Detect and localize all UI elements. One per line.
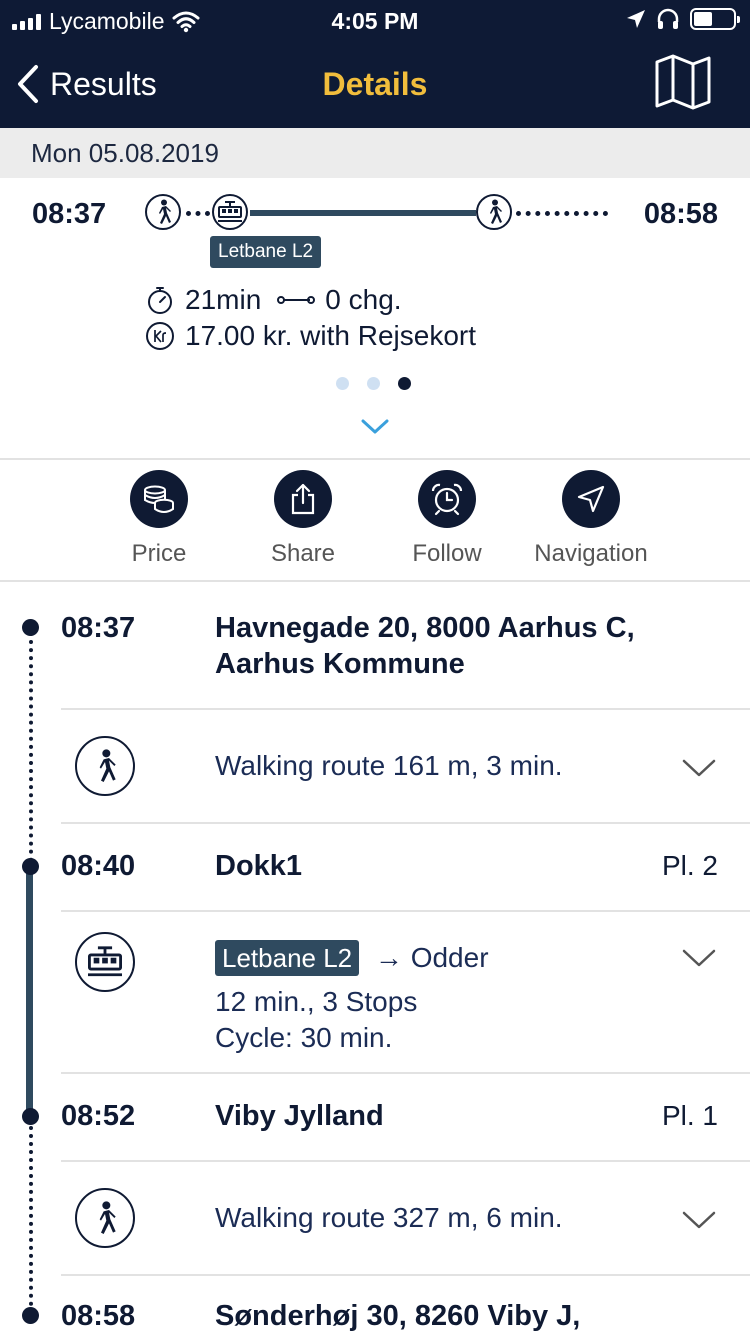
page-indicator[interactable] [336, 377, 411, 390]
divider [61, 1072, 750, 1074]
changes-text: 0 chg. [325, 284, 402, 315]
stop-dot [22, 1108, 39, 1125]
headphones-icon [657, 8, 679, 29]
tram-route-bar [250, 210, 476, 216]
chevron-down-icon[interactable] [682, 758, 716, 778]
navigation-bar: Results Details [0, 50, 750, 120]
price-label: Price [131, 540, 187, 567]
arrival-time: 08:58 [643, 198, 718, 230]
price-text: 17.00 kr. with Rejsekort [185, 320, 477, 351]
tram-timeline [26, 866, 33, 1116]
divider [61, 1274, 750, 1276]
stop-name[interactable]: Viby Jylland [215, 1098, 715, 1134]
follow-button[interactable]: Follow [372, 470, 522, 568]
action-bar: Price Share Follow Navigation [0, 462, 750, 582]
walk-icon [75, 736, 135, 796]
navigation-button[interactable]: Navigation [516, 470, 666, 568]
chevron-down-icon[interactable] [360, 418, 390, 436]
tram-icon [75, 932, 135, 992]
share-label: Share [270, 540, 336, 567]
platform-label: Pl. 1 [661, 1100, 718, 1131]
walk-timeline [29, 1126, 33, 1306]
coins-icon [130, 470, 188, 528]
share-icon [274, 470, 332, 528]
chevron-down-icon[interactable] [682, 1210, 716, 1230]
stop-dot [22, 1307, 39, 1324]
status-right [626, 8, 740, 30]
stop-name[interactable]: Havnegade 20, 8000 Aarhus C, Aarhus Komm… [215, 610, 715, 682]
duration-text: 21min [185, 284, 262, 315]
walk-icon [75, 1188, 135, 1248]
location-arrow-icon [627, 10, 645, 28]
duration-row: 21min 0 chg. [145, 284, 402, 316]
line-badge: Letbane L2 [215, 940, 360, 976]
divider [61, 1160, 750, 1162]
platform-label: Pl. 2 [661, 850, 718, 881]
tram-icon [212, 194, 248, 230]
page-title: Details [322, 66, 428, 102]
stop-time: 08:52 [61, 1100, 136, 1132]
departure-time: 08:37 [32, 198, 107, 230]
tram-leg-cycle: Cycle: 30 min. [215, 1022, 393, 1053]
walk-leg-text: Walking route 327 m, 6 min. [215, 1202, 563, 1233]
share-button[interactable]: Share [228, 470, 378, 568]
divider [61, 910, 750, 912]
walk-icon [476, 194, 512, 230]
alarm-clock-icon [418, 470, 476, 528]
stop-name[interactable]: Dokk1 [215, 848, 715, 884]
kroner-icon [146, 322, 174, 350]
divider [61, 708, 750, 710]
chevron-down-icon[interactable] [682, 948, 716, 968]
walk-icon [145, 194, 181, 230]
tram-leg-details: 12 min., 3 Stops [215, 986, 418, 1017]
walk-leg-text: Walking route 161 m, 3 min. [215, 750, 563, 781]
stop-time: 08:58 [61, 1300, 136, 1332]
date-bar: Mon 05.08.2019 [0, 128, 750, 178]
walk-dots [186, 211, 210, 216]
navigation-arrow-icon [562, 470, 620, 528]
page-dot[interactable] [336, 377, 349, 390]
stop-dot [22, 619, 39, 636]
line-badge: Letbane L2 [210, 236, 322, 268]
battery-icon [690, 8, 740, 30]
journey-summary[interactable]: 08:37 08:58 Letbane L2 21min 0 chg. 17.0… [0, 178, 750, 460]
stopwatch-icon [148, 287, 172, 314]
page-dot[interactable] [367, 377, 380, 390]
status-bar: Lycamobile 4:05 PM [0, 0, 750, 40]
page-dot-active[interactable] [398, 377, 411, 390]
walk-timeline [29, 632, 33, 862]
itinerary-list: 08:37 Havnegade 20, 8000 Aarhus C, Aarhu… [0, 582, 750, 1334]
stop-dot [22, 858, 39, 875]
walk-dots [516, 211, 608, 216]
stop-time: 08:37 [61, 612, 136, 644]
price-button[interactable]: Price [84, 470, 234, 568]
stop-name[interactable]: Sønderhøj 30, 8260 Viby J, [215, 1298, 715, 1334]
tram-leg-header: Letbane L2 → Odder [215, 940, 489, 976]
map-icon[interactable] [654, 54, 712, 110]
navigation-label: Navigation [534, 540, 648, 567]
stop-time: 08:40 [61, 850, 136, 882]
change-icon [277, 296, 316, 304]
divider [61, 822, 750, 824]
follow-label: Follow [412, 540, 482, 567]
price-row: 17.00 kr. with Rejsekort [145, 320, 476, 352]
tram-direction: → Odder [374, 942, 489, 973]
app-header: Lycamobile 4:05 PM Results Details [0, 0, 750, 128]
